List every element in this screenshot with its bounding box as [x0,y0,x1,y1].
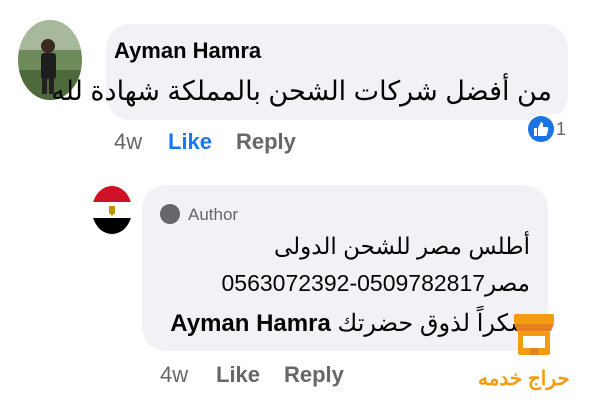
reply-like-button[interactable]: Like [216,362,260,388]
mention-link[interactable]: Ayman Hamra [170,310,331,337]
comment-like-button[interactable]: Like [168,129,212,155]
reply-thanks-text: شكراً لذوق حضرتك [337,310,530,337]
comment-reply-button[interactable]: Reply [236,129,296,155]
author-badge-icon [160,204,180,224]
reply-text-line-3: شكراً لذوق حضرتك Ayman Hamra [170,309,530,338]
commenter-name[interactable]: Ayman Hamra [114,38,261,64]
watermark-text: حراج خدمه [478,368,570,390]
egypt-flag-icon[interactable] [92,186,132,234]
reply-text-line-2: مصر0509782817-0563072392 [221,270,530,296]
thumbs-up-icon [528,116,554,142]
reply-timestamp[interactable]: 4w [160,362,188,388]
storefront-icon [508,308,560,360]
author-badge-label: Author [188,205,239,224]
comment-timestamp[interactable]: 4w [114,129,142,155]
reply-text-line-1: أطلس مصر للشحن الدولى [273,233,530,259]
reply-reply-button[interactable]: Reply [284,362,344,388]
comment-text: من أفضل شركات الشحن بالمملكة شهادة لله [51,76,552,106]
reaction-count: 1 [556,118,567,139]
reaction-summary[interactable]: 1 [526,114,571,144]
